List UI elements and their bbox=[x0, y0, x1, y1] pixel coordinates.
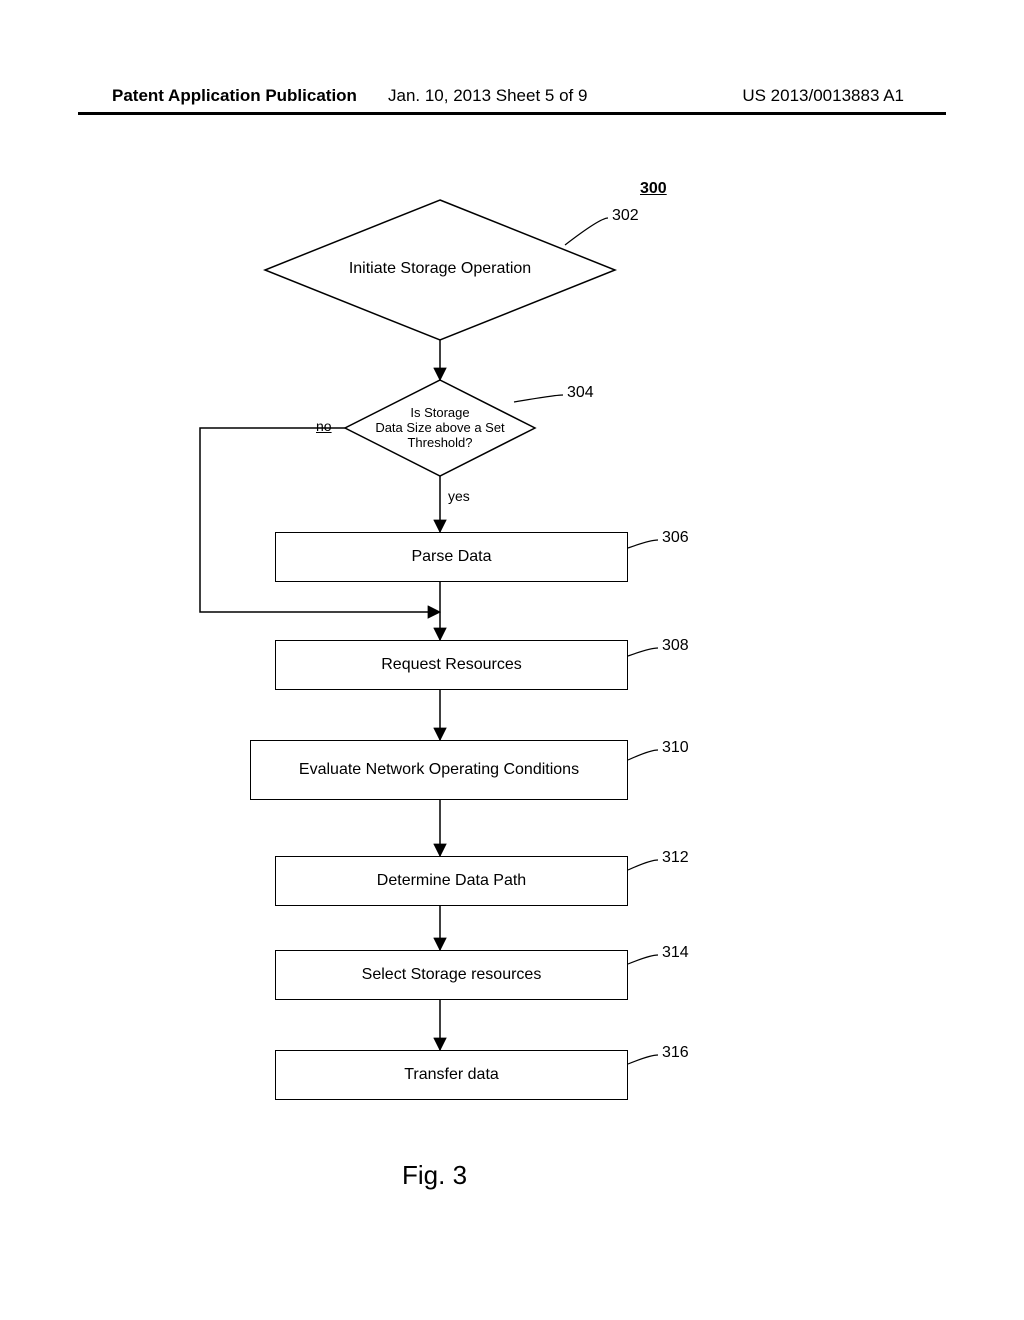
node-306: Parse Data bbox=[275, 532, 628, 582]
ref-310: 310 bbox=[662, 739, 689, 757]
node-314-label: Select Storage resources bbox=[362, 966, 542, 984]
ref-304: 304 bbox=[567, 384, 594, 402]
node-314: Select Storage resources bbox=[275, 950, 628, 1000]
node-308: Request Resources bbox=[275, 640, 628, 690]
node-302-label: Initiate Storage Operation bbox=[320, 260, 560, 278]
page: Patent Application Publication Jan. 10, … bbox=[0, 0, 1024, 1320]
leader-310 bbox=[628, 750, 658, 760]
ref-316: 316 bbox=[662, 1044, 689, 1062]
ref-314: 314 bbox=[662, 944, 689, 962]
edge-label-no: no bbox=[316, 418, 332, 434]
ref-302: 302 bbox=[612, 207, 639, 225]
ref-312: 312 bbox=[662, 849, 689, 867]
ref-306: 306 bbox=[662, 529, 689, 547]
node-304-label: Is Storage Data Size above a Set Thresho… bbox=[370, 406, 510, 451]
node-308-label: Request Resources bbox=[381, 656, 522, 674]
node-306-label: Parse Data bbox=[411, 548, 491, 566]
figure-label: Fig. 3 bbox=[402, 1160, 467, 1191]
leader-314 bbox=[628, 955, 658, 964]
edge-label-yes: yes bbox=[448, 488, 470, 504]
leader-308 bbox=[628, 648, 658, 656]
leader-316 bbox=[628, 1055, 658, 1064]
leader-312 bbox=[628, 860, 658, 870]
node-312: Determine Data Path bbox=[275, 856, 628, 906]
leader-304 bbox=[514, 395, 563, 402]
leader-306 bbox=[628, 540, 658, 548]
node-316-label: Transfer data bbox=[404, 1066, 499, 1084]
node-316: Transfer data bbox=[275, 1050, 628, 1100]
leader-302 bbox=[565, 218, 608, 245]
node-310-label: Evaluate Network Operating Conditions bbox=[299, 761, 579, 779]
ref-308: 308 bbox=[662, 637, 689, 655]
node-310: Evaluate Network Operating Conditions bbox=[250, 740, 628, 800]
node-312-label: Determine Data Path bbox=[377, 872, 526, 890]
